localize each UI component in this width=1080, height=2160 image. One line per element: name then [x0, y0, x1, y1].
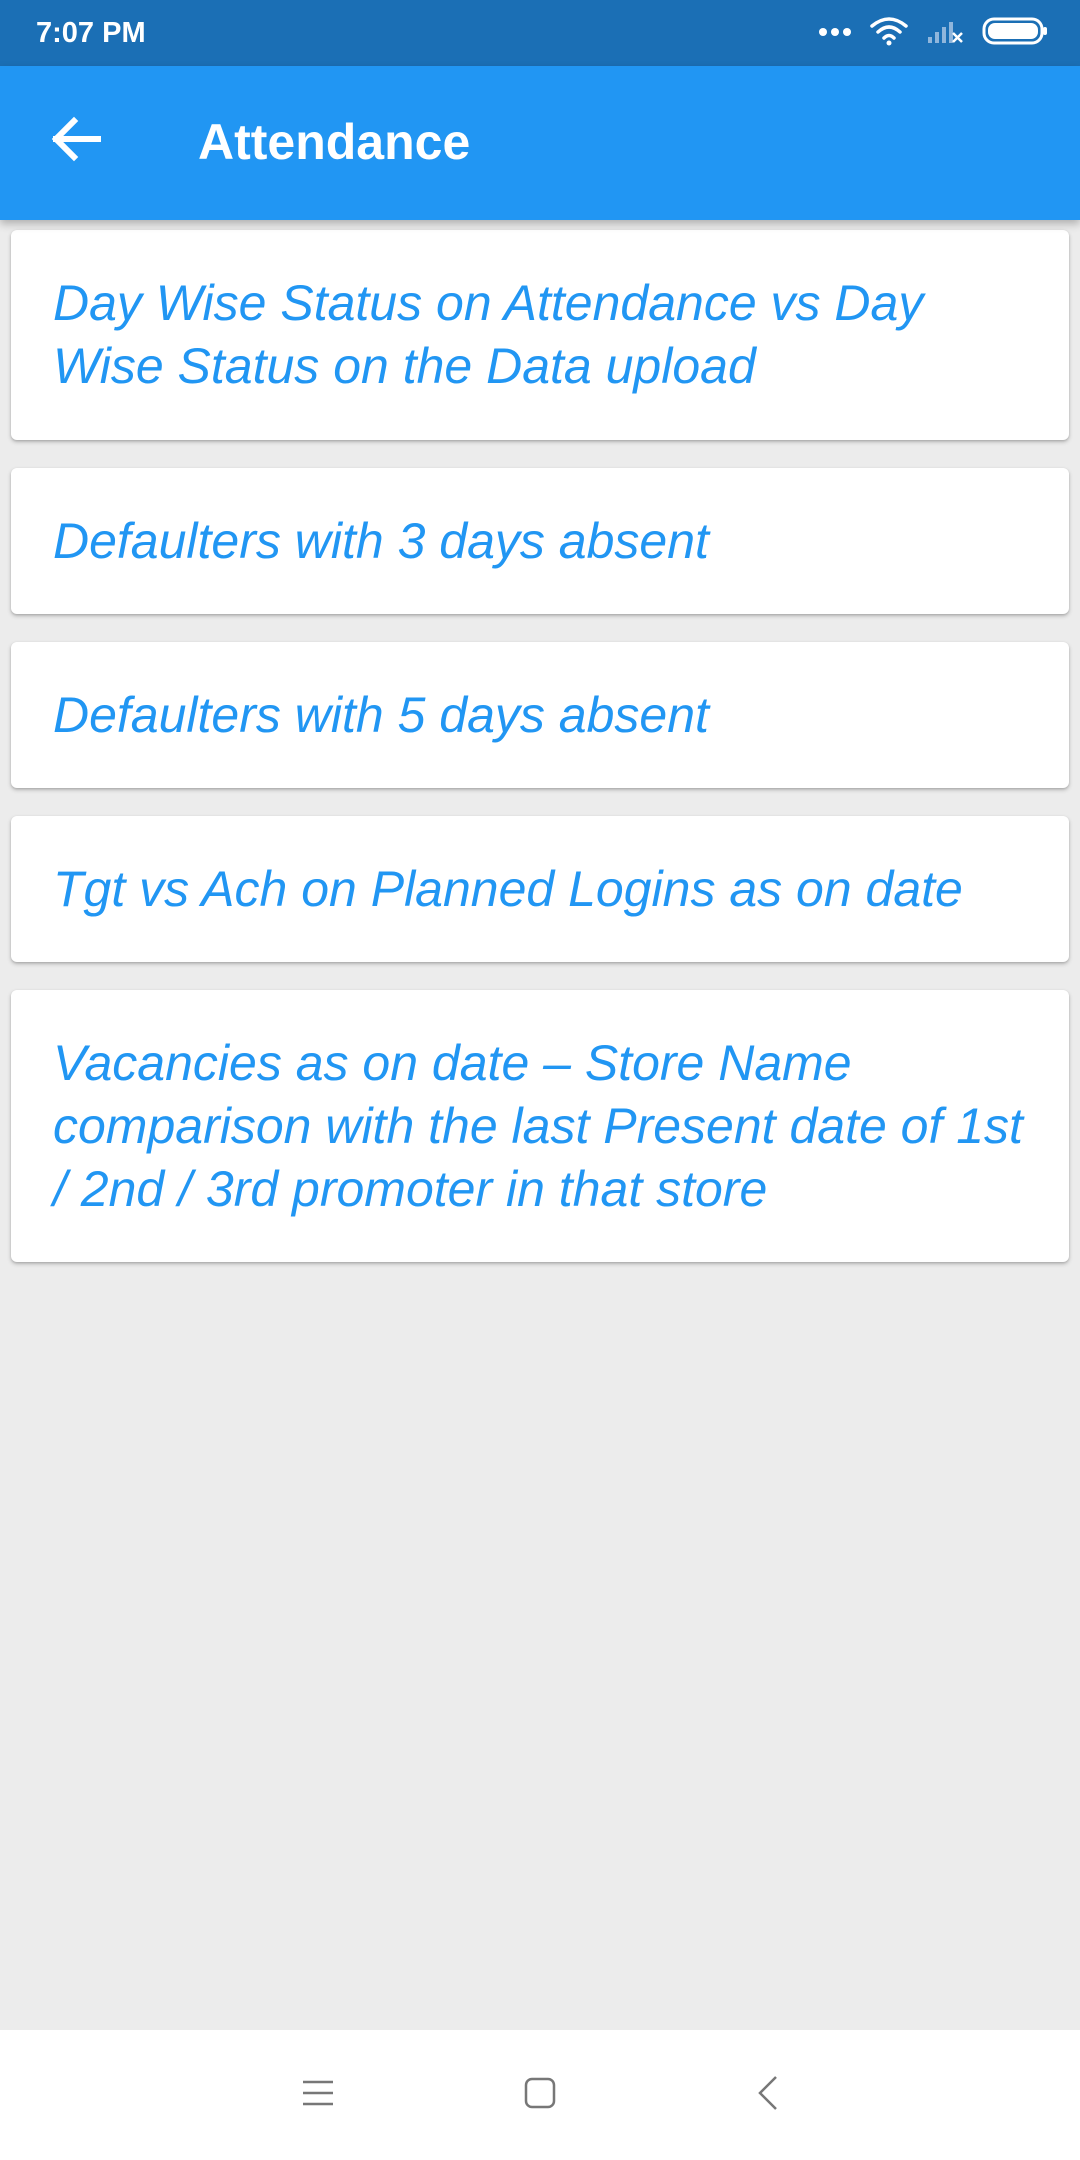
- list-item[interactable]: Tgt vs Ach on Planned Logins as on date: [11, 816, 1069, 962]
- signal-icon: [926, 17, 964, 50]
- menu-icon: [301, 2079, 335, 2112]
- list-item[interactable]: Day Wise Status on Attendance vs Day Wis…: [11, 230, 1069, 440]
- nav-home-button[interactable]: [500, 2060, 580, 2130]
- status-bar: 7:07 PM: [0, 0, 1080, 66]
- list-item-label: Day Wise Status on Attendance vs Day Wis…: [53, 275, 924, 394]
- list-item[interactable]: Defaulters with 3 days absent: [11, 468, 1069, 614]
- list-item[interactable]: Defaulters with 5 days absent: [11, 642, 1069, 788]
- list-item[interactable]: Vacancies as on date – Store Name compar…: [11, 990, 1069, 1262]
- page-title: Attendance: [198, 114, 471, 170]
- status-icons: [818, 14, 1048, 52]
- back-chevron-icon: [756, 2074, 780, 2117]
- app-bar: Attendance: [0, 66, 1080, 220]
- list-item-label: Tgt vs Ach on Planned Logins as on date: [53, 860, 963, 917]
- battery-icon: [982, 17, 1048, 50]
- wifi-icon: [870, 16, 908, 51]
- list-item-label: Vacancies as on date – Store Name compar…: [53, 1034, 1023, 1217]
- nav-back-button[interactable]: [728, 2060, 808, 2130]
- nav-menu-button[interactable]: [278, 2060, 358, 2130]
- status-time: 7:07 PM: [36, 17, 146, 49]
- list-item-label: Defaulters with 5 days absent: [53, 686, 709, 743]
- more-dots-icon: [818, 24, 852, 42]
- list-item-label: Defaulters with 3 days absent: [53, 512, 709, 569]
- report-list: Day Wise Status on Attendance vs Day Wis…: [11, 230, 1069, 1290]
- arrow-left-icon: [50, 116, 102, 167]
- back-button[interactable]: [36, 101, 116, 181]
- home-square-icon: [523, 2076, 557, 2115]
- system-nav-bar: [0, 2030, 1080, 2160]
